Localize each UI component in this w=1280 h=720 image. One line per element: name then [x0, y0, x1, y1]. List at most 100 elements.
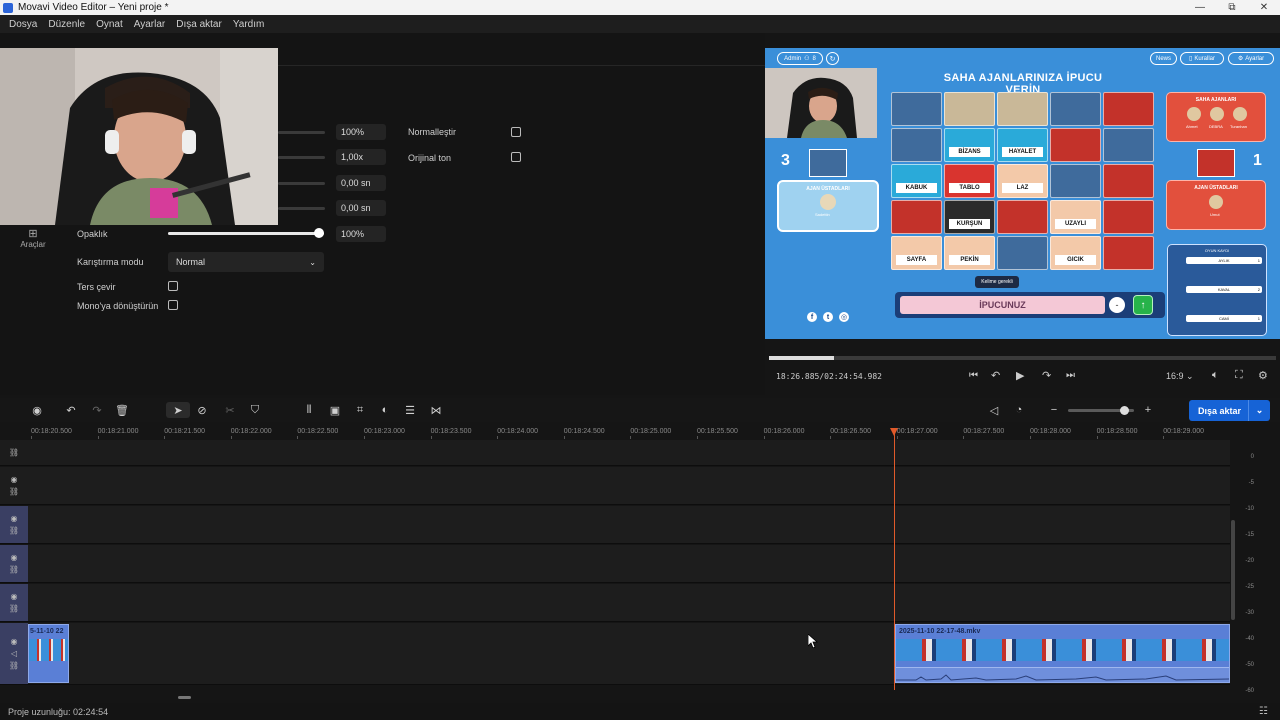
hint-input[interactable]: İPUCUNUZ — [900, 296, 1105, 314]
blend-mode-select[interactable]: Normal ⌄ — [168, 252, 324, 272]
menu-file[interactable]: Dosya — [9, 19, 37, 30]
word-card[interactable] — [1103, 128, 1154, 162]
opacity-value[interactable]: 100% — [336, 226, 386, 242]
menu-play[interactable]: Oynat — [96, 19, 123, 30]
news-button[interactable]: News — [1150, 52, 1177, 65]
word-card[interactable]: UZAYLI — [1050, 200, 1101, 234]
track-row[interactable]: ◉ ⛓︎ — [0, 467, 1230, 505]
word-card[interactable]: HAYALET — [997, 128, 1048, 162]
undo-icon[interactable]: ↶ — [64, 403, 78, 417]
speed-value[interactable]: 1,00x — [336, 149, 386, 165]
timeline-ruler[interactable]: 00:18:20.500 00:18:21.000 00:18:21.500 00:1… — [0, 425, 1230, 439]
aspect-ratio-select[interactable]: 16:9 ⌄ — [1166, 371, 1194, 382]
word-card[interactable] — [891, 128, 942, 162]
shield-icon[interactable]: ⛉ — [248, 403, 262, 417]
word-card[interactable]: KURŞUN — [944, 200, 995, 234]
word-card[interactable] — [997, 200, 1048, 234]
layout-icon[interactable]: ☷ — [1259, 706, 1268, 717]
zoom-in-icon[interactable]: + — [1141, 403, 1155, 417]
eye-icon[interactable]: ◉ — [11, 637, 18, 646]
vertical-scrollbar[interactable] — [1231, 520, 1235, 620]
menu-settings[interactable]: Ayarlar — [134, 19, 166, 30]
sliders-icon[interactable]: ☰ — [403, 403, 417, 417]
track-row[interactable]: ◉ ⛓︎ — [0, 506, 1230, 544]
twitter-icon[interactable]: t — [823, 312, 833, 322]
playhead-handle[interactable] — [890, 428, 898, 436]
fade-out-value[interactable]: 0,00 sn — [336, 200, 386, 216]
word-card[interactable] — [1103, 200, 1154, 234]
caption-icon[interactable]: ▣ — [328, 403, 342, 417]
speed-slider[interactable] — [278, 156, 325, 159]
preview-progress-bar[interactable] — [769, 356, 1276, 360]
word-card[interactable] — [891, 92, 942, 126]
disable-icon[interactable]: ⊘ — [195, 403, 209, 417]
hint-count[interactable]: - — [1109, 297, 1125, 313]
volume-slider[interactable] — [278, 131, 325, 134]
original-tone-checkbox[interactable] — [511, 152, 521, 162]
link-icon[interactable]: ⛓︎ — [9, 487, 19, 496]
word-card[interactable] — [944, 92, 995, 126]
split-audio-icon[interactable]: ⫴ — [302, 403, 316, 417]
skip-back-icon[interactable]: ⏮ — [969, 370, 978, 381]
crop-icon[interactable]: ⌗ — [353, 403, 367, 417]
link-icon[interactable]: ⛓︎ — [9, 661, 19, 670]
volume-icon[interactable]: 🔈︎ — [1212, 369, 1219, 382]
video-clip[interactable]: 5-11-10 22 — [28, 624, 69, 683]
color-adjust-icon[interactable]: ◐ — [378, 403, 392, 417]
audio-icon[interactable]: ◁ — [11, 649, 17, 658]
zoom-out-icon[interactable]: − — [1047, 403, 1061, 417]
word-card[interactable] — [1050, 92, 1101, 126]
track-row[interactable]: ◉ ⛓︎ — [0, 545, 1230, 583]
undo-step-icon[interactable]: ↶ — [991, 369, 1000, 382]
word-card[interactable] — [1103, 92, 1154, 126]
word-card[interactable]: LAZ — [997, 164, 1048, 198]
volume-value[interactable]: 100% — [336, 124, 386, 140]
chevron-down-icon[interactable]: ⌄ — [1248, 400, 1270, 421]
eye-icon[interactable]: ◉ — [11, 592, 18, 601]
word-card[interactable] — [997, 92, 1048, 126]
transition-icon[interactable]: ⋈ — [429, 403, 443, 417]
close-button[interactable]: ✕ — [1248, 0, 1280, 15]
game-settings-button[interactable]: ⚙ Ayarlar — [1228, 52, 1274, 65]
playhead[interactable] — [890, 428, 898, 690]
gear-icon[interactable]: ⚙ — [1258, 369, 1268, 382]
record-icon[interactable]: ◉ — [30, 403, 44, 417]
fullscreen-icon[interactable]: ⛶ — [1235, 369, 1243, 382]
rules-button[interactable]: ▯ Kurallar — [1180, 52, 1224, 65]
speed-icon[interactable]: ◔ — [1012, 403, 1026, 417]
menu-help[interactable]: Yardım — [233, 19, 265, 30]
maximize-button[interactable]: ⧉ — [1216, 0, 1248, 15]
link-icon[interactable]: ⛓︎ — [9, 526, 19, 535]
mono-checkbox[interactable] — [168, 300, 178, 310]
video-preview[interactable]: Admin ⚇ 8 ↻ News ▯ Kurallar ⚙ Ayarlar SA… — [765, 48, 1280, 339]
word-card[interactable] — [1103, 164, 1154, 198]
track-row[interactable]: ◉ ⛓︎ — [0, 584, 1230, 622]
minimize-button[interactable]: — — [1184, 0, 1216, 15]
word-card[interactable]: KABUK — [891, 164, 942, 198]
tools-tab[interactable]: ⊞ Araçlar — [16, 227, 50, 249]
word-card[interactable]: BİZANS — [944, 128, 995, 162]
word-card[interactable] — [891, 200, 942, 234]
word-card[interactable] — [1050, 164, 1101, 198]
word-card[interactable]: SAYFA — [891, 236, 942, 270]
eye-icon[interactable]: ◉ — [11, 475, 18, 484]
audio-mute-icon[interactable]: ◁ — [987, 403, 1001, 417]
word-card[interactable] — [1103, 236, 1154, 270]
word-card[interactable] — [997, 236, 1048, 270]
play-icon[interactable]: ▶ — [1016, 369, 1024, 382]
skip-forward-icon[interactable]: ⏭ — [1066, 370, 1075, 381]
admin-button[interactable]: Admin ⚇ 8 — [777, 52, 823, 65]
horizontal-scrollbar[interactable] — [178, 696, 191, 699]
link-icon[interactable]: ⛓︎ — [9, 604, 19, 613]
instagram-icon[interactable]: ◎ — [839, 312, 849, 322]
scissors-icon[interactable]: ✂ — [223, 403, 237, 417]
fade-out-slider[interactable] — [278, 207, 325, 210]
fade-in-slider[interactable] — [278, 182, 325, 185]
link-icon[interactable]: ⛓︎ — [9, 565, 19, 574]
select-tool-icon[interactable]: ➤ — [166, 402, 190, 418]
word-card[interactable]: PEKİN — [944, 236, 995, 270]
redo-icon[interactable]: ↷ — [90, 403, 104, 417]
word-card[interactable]: TABLO — [944, 164, 995, 198]
normalize-checkbox[interactable] — [511, 127, 521, 137]
word-card[interactable] — [1050, 128, 1101, 162]
